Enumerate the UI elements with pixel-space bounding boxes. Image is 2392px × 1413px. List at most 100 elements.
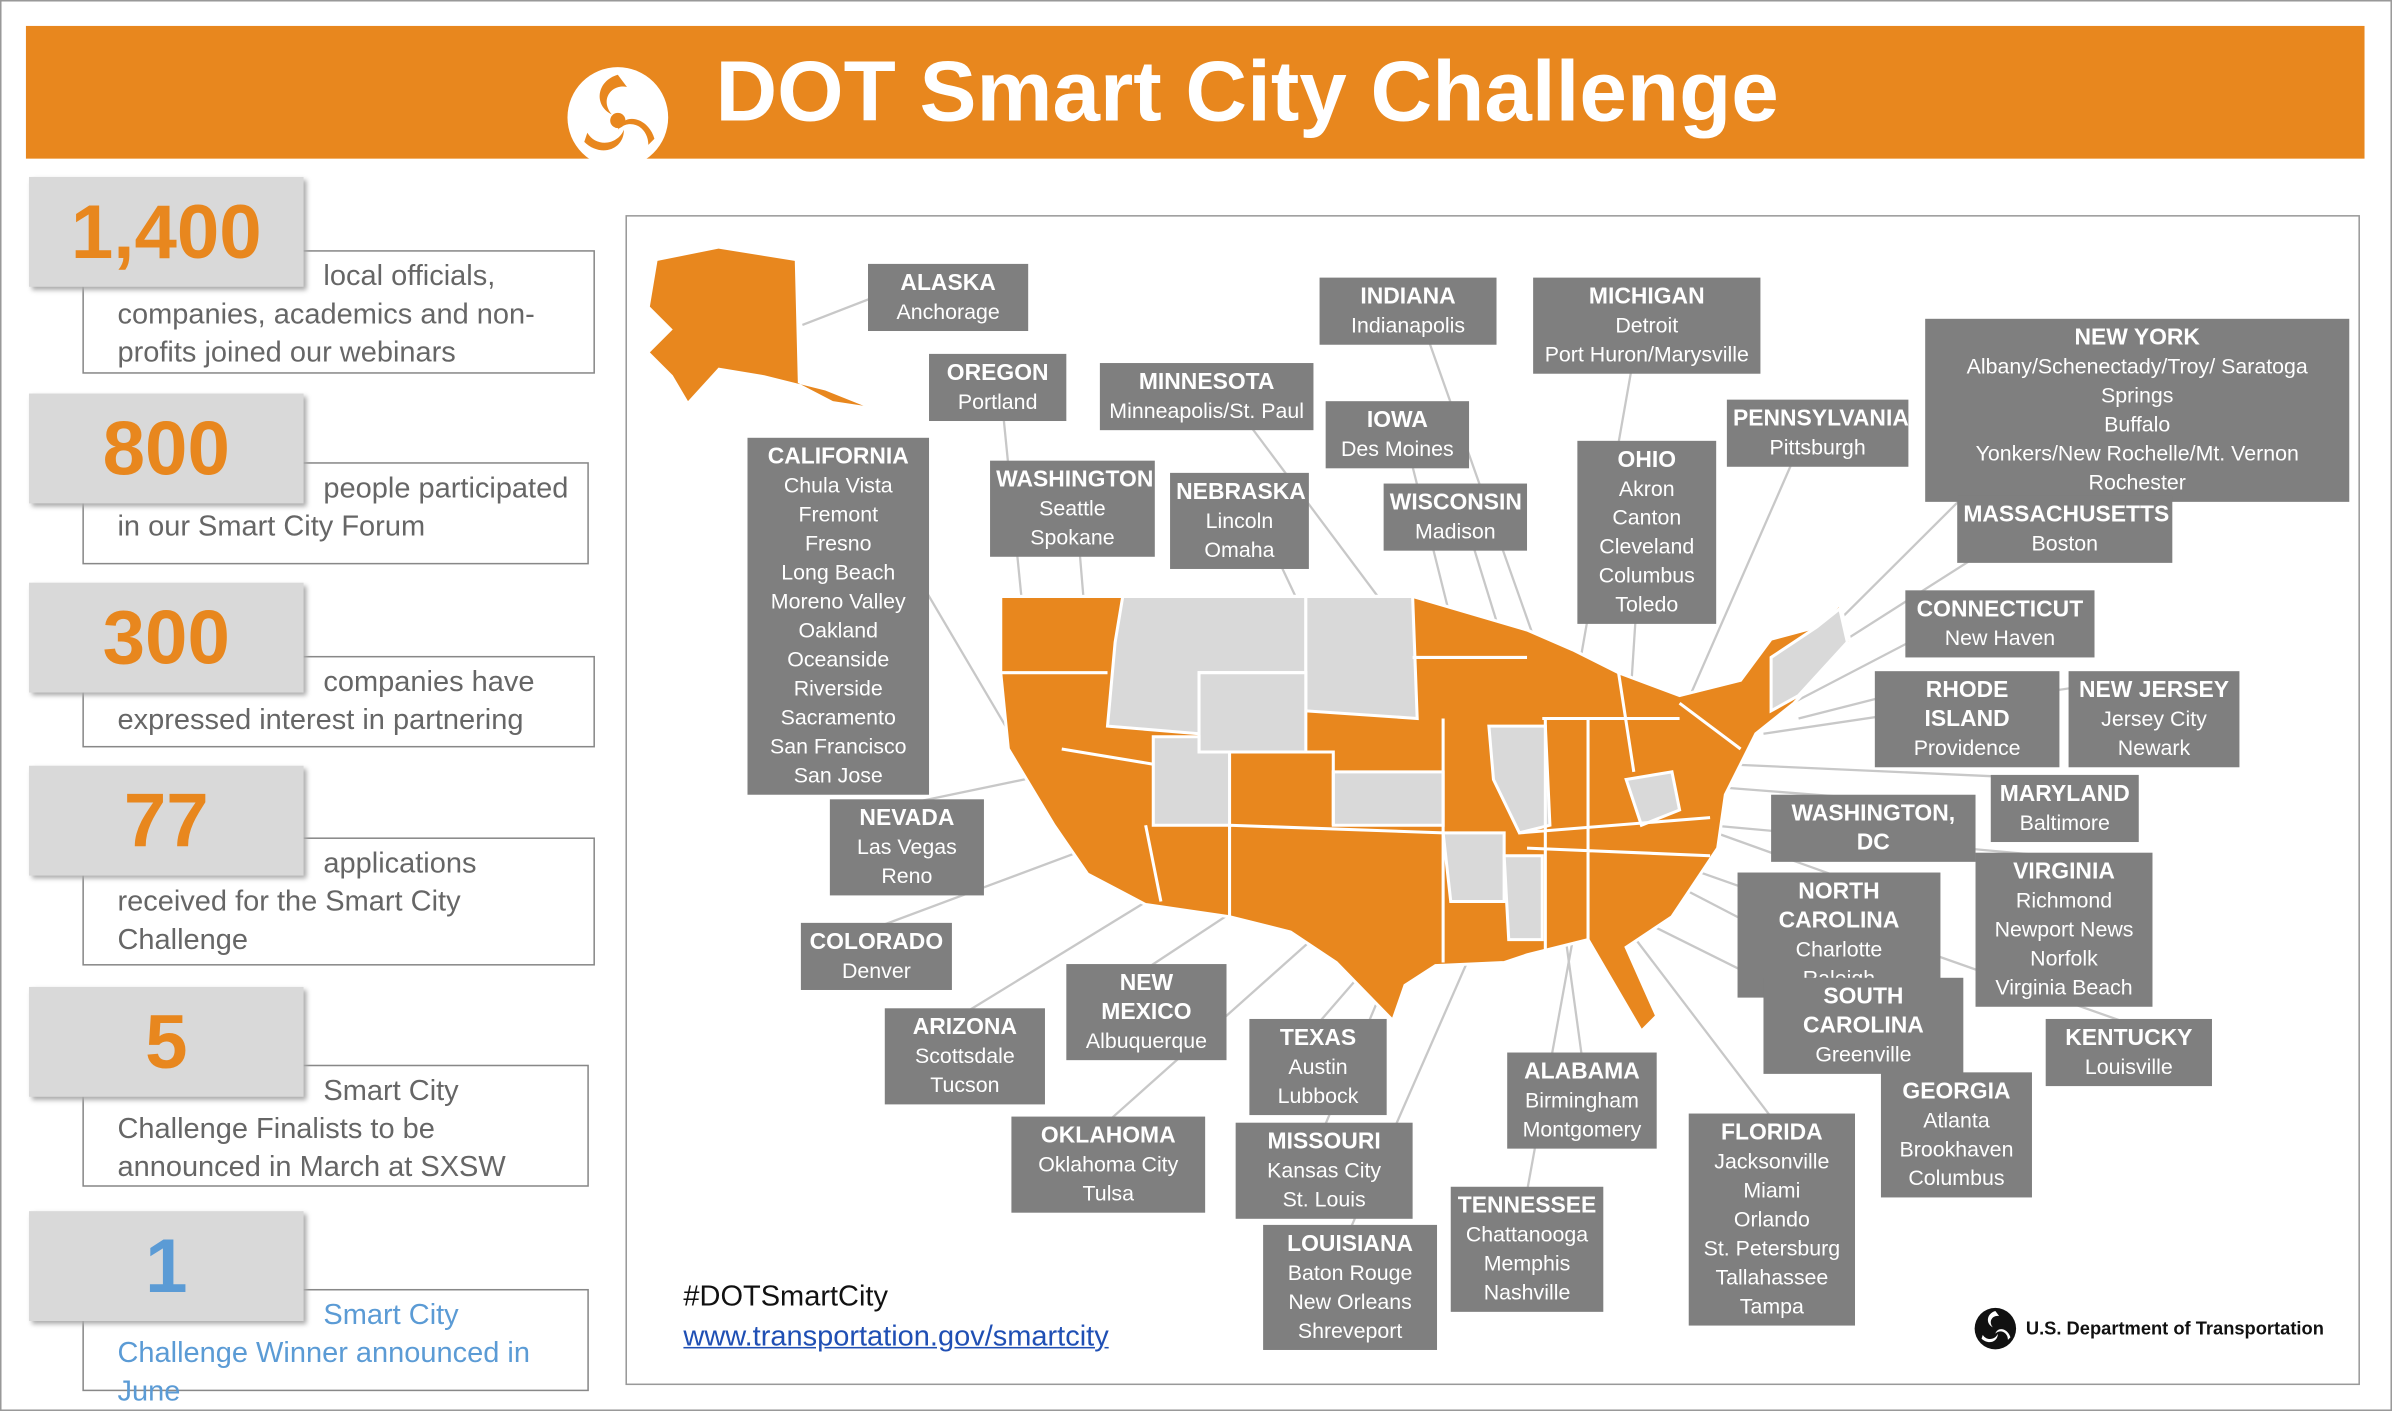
city-name: Chattanooga [1465, 1221, 1589, 1247]
city-name: Las Vegas [857, 834, 957, 859]
state-label-michigan: MICHIGAN Detroit Port Huron/Marysville [1533, 277, 1761, 374]
city-name: Indianapolis [1351, 312, 1466, 338]
city-name: Baton Rouge [1287, 1259, 1413, 1285]
state-name: WASHINGTON, DC [1791, 800, 1956, 856]
state-label-massachusetts: MASSACHUSETTS Boston [1957, 495, 2173, 563]
city-name: Moreno Valley [770, 588, 906, 614]
city-name: Tucson [930, 1072, 1000, 1097]
city-name: Long Beach [781, 559, 896, 585]
city-name: Greenville [1815, 1041, 1912, 1067]
state-name: WASHINGTON [996, 466, 1154, 493]
city-name: Austin [1288, 1054, 1348, 1079]
state-name: LOUISIANA [1287, 1230, 1413, 1257]
state-name: ALABAMA [1524, 1058, 1640, 1085]
city-name: Oakland [798, 617, 879, 643]
city-name: New Haven [1944, 625, 2056, 650]
city-name: Miami [1743, 1177, 1801, 1203]
city-name: Akron [1618, 475, 1675, 501]
state-name: ARIZONA [912, 1014, 1017, 1041]
state-name: NEBRASKA [1176, 478, 1306, 505]
city-name: Montgomery [1522, 1116, 1642, 1141]
city-name: Richmond [2015, 887, 2113, 913]
state-name: MARYLAND [1999, 781, 2130, 807]
state-label-louisiana: LOUISIANA Baton Rouge New Orleans Shrevepor… [1263, 1224, 1438, 1350]
city-name: Oklahoma City [1038, 1151, 1179, 1177]
city-name: Newark [2117, 735, 2191, 760]
city-name: St. Louis [1282, 1186, 1366, 1212]
state-name: FLORIDA [1721, 1119, 1823, 1146]
city-name: Port Huron/Marysville [1544, 341, 1749, 367]
state-name: WISCONSIN [1389, 489, 1522, 516]
state-label-iowa: IOWA Des Moines [1325, 401, 1470, 469]
state-label-colorado: COLORADO Denver [800, 922, 952, 990]
state-label-new-mexico: NEW MEXICO Albuquerque [1066, 964, 1227, 1061]
state-name: KENTUCKY [2065, 1025, 2193, 1052]
usdot-brand: U.S. Department of Transportation [1974, 1307, 2324, 1350]
state-label-kentucky: KENTUCKY Louisville [2045, 1018, 2212, 1087]
state-label-oklahoma: OKLAHOMA Oklahoma City Tulsa [1011, 1116, 1206, 1213]
city-name: Boston [2031, 530, 2099, 556]
smartcity-link[interactable]: www.transportation.gov/smartcity [683, 1321, 1108, 1355]
state-name: OHIO [1617, 446, 1677, 473]
city-name: St. Petersburg [1703, 1235, 1841, 1260]
city-name: Detroit [1615, 312, 1679, 338]
state-label-washington-dc: WASHINGTON, DC [1771, 794, 1976, 862]
state-label-minnesota: MINNESOTA Minneapolis/St. Paul [1099, 363, 1314, 431]
state-label-wisconsin: WISCONSIN Madison [1383, 483, 1528, 551]
city-name: Buffalo [2104, 411, 2171, 437]
city-name: Lubbock [1277, 1083, 1359, 1108]
state-label-washington: WASHINGTON Seattle Spokane [990, 460, 1155, 557]
state-name: MINNESOTA [1138, 369, 1275, 396]
city-name: San Francisco [769, 733, 907, 759]
city-name: Orlando [1733, 1206, 1810, 1231]
state-name: GEORGIA [1902, 1078, 2011, 1105]
city-name: Yonkers/New Rochelle/Mt. Vernon [1975, 440, 2299, 466]
city-name: Fremont [798, 501, 879, 527]
infographic: DOT Smart City Challenge 1,400 local off… [0, 0, 2392, 1411]
state-label-nevada: NEVADA Las Vegas Reno [829, 799, 984, 896]
state-label-nebraska: NEBRASKA Lincoln Omaha [1170, 472, 1309, 569]
city-name: Shreveport [1297, 1317, 1403, 1343]
state-name: MICHIGAN [1588, 283, 1705, 310]
city-name: Columbus [1908, 1165, 2005, 1190]
state-name: CALIFORNIA [767, 443, 909, 470]
state-label-california: CALIFORNIA Chula Vista Fremont Fresno Long B… [747, 437, 930, 795]
city-name: Denver [841, 957, 911, 983]
city-name: Fresno [805, 530, 872, 556]
state-name: TENNESSEE [1457, 1192, 1597, 1219]
state-name: NEW JERSEY [2078, 677, 2230, 704]
usdot-logo-icon [1974, 1307, 2017, 1350]
state-label-texas: TEXAS Austin Lubbock [1249, 1018, 1387, 1116]
city-name: Louisville [2084, 1054, 2173, 1079]
state-label-arizona: ARIZONA Scottsdale Tucson [884, 1008, 1045, 1105]
city-name: Albuquerque [1085, 1028, 1207, 1053]
city-name: Jersey City [2101, 706, 2207, 731]
state-name: COLORADO [809, 928, 944, 955]
state-name: CONNECTICUT [1916, 596, 2084, 623]
state-name: NEW MEXICO [1101, 970, 1192, 1026]
state-label-tennessee: TENNESSEE Chattanooga Memphis Nashville [1450, 1186, 1604, 1312]
state-label-new-york: NEW YORK Albany/Schenectady/Troy/ Saratog… [1925, 318, 2350, 502]
city-name: Providence [1913, 735, 2021, 760]
state-name: SOUTH CAROLINA [1802, 983, 1924, 1039]
city-name: Omaha [1204, 536, 1275, 562]
state-name: OKLAHOMA [1040, 1122, 1176, 1149]
city-name: Madison [1414, 518, 1496, 544]
stat-number: 800 [28, 393, 304, 504]
city-name: Pittsburgh [1769, 434, 1866, 460]
city-name: Albany/Schenectady/Troy/ Saratoga Spring… [1966, 353, 2308, 408]
city-name: Canton [1612, 504, 1682, 530]
city-name: Columbus [1598, 562, 1695, 588]
city-name: Portland [957, 388, 1038, 414]
stat-number: 300 [28, 582, 304, 693]
state-name: TEXAS [1279, 1025, 1357, 1052]
state-label-florida: FLORIDA Jacksonville Miami Orlando St. Peter… [1688, 1113, 1856, 1326]
state-name: PENNSYLVANIA [1732, 405, 1909, 432]
alaska-shape [649, 248, 864, 406]
city-name: Newport News [1994, 916, 2134, 942]
city-name: Rochester [2088, 469, 2186, 495]
city-name: Kansas City [1267, 1157, 1382, 1183]
city-name: Birmingham [1524, 1087, 1639, 1113]
state-label-alabama: ALABAMA Birmingham Montgomery [1507, 1052, 1657, 1149]
city-name: Tampa [1739, 1293, 1804, 1318]
